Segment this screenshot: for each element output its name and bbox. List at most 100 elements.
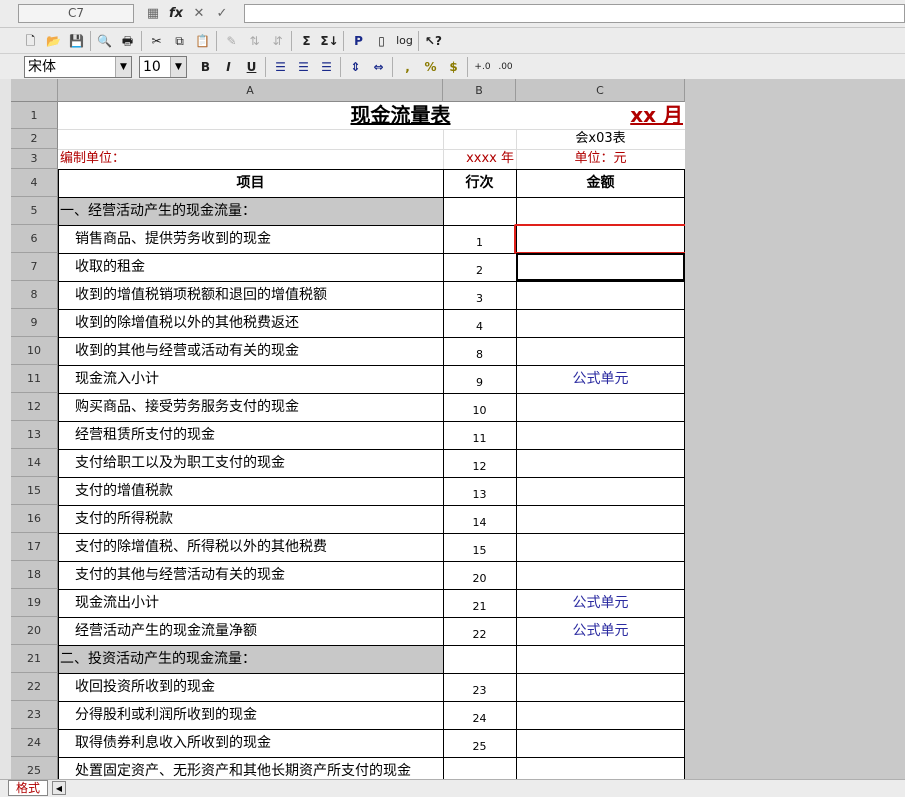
row-header[interactable]: 12 (11, 393, 58, 421)
amount-cell[interactable] (516, 757, 685, 779)
row-header[interactable]: 11 (11, 365, 58, 393)
row-header[interactable]: 9 (11, 309, 58, 337)
item-cell[interactable]: 购买商品、接受劳务服务支付的现金 (58, 393, 443, 421)
item-cell[interactable]: 处置固定资产、无形资产和其他长期资产所支付的现金 (58, 757, 443, 779)
select-all-corner[interactable] (11, 79, 58, 102)
amount-cell[interactable] (516, 197, 685, 225)
amount-cell[interactable] (516, 729, 685, 757)
bold-icon[interactable]: B (195, 57, 216, 77)
tab-scroll-left-icon[interactable]: ◀ (52, 781, 66, 795)
row-header[interactable]: 16 (11, 505, 58, 533)
cell-reference-box[interactable]: C7 (18, 4, 134, 23)
amount-cell[interactable] (516, 449, 685, 477)
amount-cell[interactable] (516, 701, 685, 729)
section-cell[interactable]: 一、经营活动产生的现金流量： (58, 197, 443, 225)
line-number-cell[interactable]: 25 (443, 729, 516, 757)
line-number-cell[interactable]: 14 (443, 505, 516, 533)
item-cell[interactable]: 收到的除增值税以外的其他税费返还 (58, 309, 443, 337)
row-header[interactable]: 1 (11, 102, 58, 129)
sum-columns-icon[interactable]: Σ↓ (319, 31, 340, 51)
line-number-cell[interactable]: 12 (443, 449, 516, 477)
sort-descending-icon[interactable]: ⇵ (267, 31, 288, 51)
row-header[interactable]: 14 (11, 449, 58, 477)
row-header[interactable]: 21 (11, 645, 58, 673)
increase-decimal-icon[interactable]: +.0 (472, 57, 493, 77)
row-header[interactable]: 17 (11, 533, 58, 561)
line-number-cell[interactable]: 3 (443, 281, 516, 309)
line-number-cell[interactable]: 11 (443, 421, 516, 449)
item-cell[interactable]: 收到的其他与经营或活动有关的现金 (58, 337, 443, 365)
row-header[interactable]: 4 (11, 169, 58, 197)
function-icon[interactable]: fx (167, 5, 185, 23)
open-folder-icon[interactable]: 📂 (43, 31, 64, 51)
amount-cell[interactable]: 公式单元 (516, 589, 685, 617)
row-header[interactable]: 3 (11, 149, 58, 169)
row-header[interactable]: 18 (11, 561, 58, 589)
item-cell[interactable]: 支付的所得税款 (58, 505, 443, 533)
cancel-icon[interactable]: ✕ (190, 5, 208, 23)
row-header[interactable]: 19 (11, 589, 58, 617)
help-pointer-icon[interactable]: ↖? (423, 31, 444, 51)
item-cell[interactable]: 收到的增值税销项税额和退回的增值税额 (58, 281, 443, 309)
sheet-tab-format[interactable]: 格式 (8, 780, 48, 796)
amount-cell[interactable] (516, 393, 685, 421)
amount-cell[interactable]: 公式单元 (516, 617, 685, 645)
row-header[interactable]: 5 (11, 197, 58, 225)
item-cell[interactable]: 现金流出小计 (58, 589, 443, 617)
item-cell[interactable]: 取得债券利息收入所收到的现金 (58, 729, 443, 757)
new-file-icon[interactable]: 🗋 (20, 31, 41, 51)
comma-style-icon[interactable]: , (397, 57, 418, 77)
line-number-cell[interactable]: 21 (443, 589, 516, 617)
row-header[interactable]: 24 (11, 729, 58, 757)
formula-input[interactable] (244, 4, 905, 23)
row-header[interactable]: 8 (11, 281, 58, 309)
column-header-b[interactable]: B (443, 79, 516, 102)
column-header-c[interactable]: C (516, 79, 685, 102)
copy-icon[interactable]: ⧉ (169, 31, 190, 51)
underline-icon[interactable]: U (241, 57, 262, 77)
percent-icon[interactable]: % (420, 57, 441, 77)
chevron-down-icon[interactable]: ▼ (170, 57, 186, 77)
item-cell[interactable]: 分得股利或利润所收到的现金 (58, 701, 443, 729)
section-cell[interactable]: 二、投资活动产生的现金流量： (58, 645, 443, 673)
line-number-cell[interactable]: 15 (443, 533, 516, 561)
save-icon[interactable]: 💾 (66, 31, 87, 51)
item-cell[interactable]: 收回投资所收到的现金 (58, 673, 443, 701)
row-header[interactable]: 25 (11, 757, 58, 779)
amount-cell[interactable] (516, 421, 685, 449)
sort-ascending-icon[interactable]: ⇅ (244, 31, 265, 51)
line-number-cell[interactable]: 23 (443, 673, 516, 701)
line-number-cell[interactable]: 8 (443, 337, 516, 365)
row-header[interactable]: 10 (11, 337, 58, 365)
cut-icon[interactable]: ✂ (146, 31, 167, 51)
item-cell[interactable]: 支付的增值税款 (58, 477, 443, 505)
row-header[interactable]: 2 (11, 129, 58, 149)
row-header[interactable]: 22 (11, 673, 58, 701)
line-number-cell[interactable]: 20 (443, 561, 516, 589)
line-number-cell[interactable]: 2 (443, 253, 516, 281)
row-header[interactable]: 23 (11, 701, 58, 729)
page-icon[interactable]: ▯ (371, 31, 392, 51)
line-number-cell[interactable]: 1 (443, 225, 516, 253)
horizontal-fit-icon[interactable]: ⇔ (368, 57, 389, 77)
row-header[interactable]: 7 (11, 253, 58, 281)
amount-cell[interactable] (516, 477, 685, 505)
log-icon[interactable]: log (394, 31, 415, 51)
print-icon[interactable]: 🖶 (117, 31, 138, 51)
row-header[interactable]: 20 (11, 617, 58, 645)
amount-cell[interactable] (516, 281, 685, 309)
line-number-cell[interactable] (443, 197, 516, 225)
row-header[interactable]: 13 (11, 421, 58, 449)
item-cell[interactable]: 现金流入小计 (58, 365, 443, 393)
line-number-cell[interactable]: 9 (443, 365, 516, 393)
amount-cell[interactable] (516, 533, 685, 561)
item-cell[interactable]: 经营活动产生的现金流量净额 (58, 617, 443, 645)
item-cell[interactable]: 支付给职工以及为职工支付的现金 (58, 449, 443, 477)
amount-cell[interactable] (516, 673, 685, 701)
amount-cell[interactable] (516, 505, 685, 533)
currency-icon[interactable]: $ (443, 57, 464, 77)
row-header[interactable]: 15 (11, 477, 58, 505)
line-number-cell[interactable]: 24 (443, 701, 516, 729)
italic-icon[interactable]: I (218, 57, 239, 77)
amount-cell[interactable] (516, 645, 685, 673)
